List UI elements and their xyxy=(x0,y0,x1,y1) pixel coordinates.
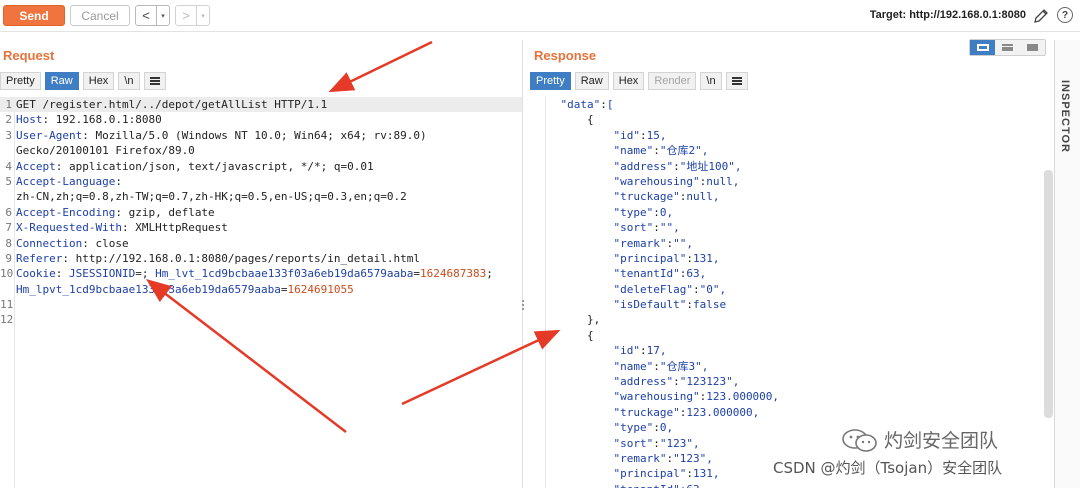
back-history-dropdown[interactable]: ▾ xyxy=(156,6,169,25)
tab-newline[interactable]: \n xyxy=(700,72,722,90)
watermark-csdn: CSDN @灼剑（Tsojan）安全团队 xyxy=(773,459,1003,477)
response-line: "warehousing":123.000000, xyxy=(613,390,780,404)
toolbar: Send Cancel < ▾ > ▾ Target: http://192.1… xyxy=(0,0,1080,32)
layout-toggle xyxy=(969,39,1046,56)
cancel-button[interactable]: Cancel xyxy=(70,5,130,26)
forward-button[interactable]: > xyxy=(176,6,196,25)
watermark-team-name: 灼剑安全团队 xyxy=(884,430,999,452)
resize-handle[interactable] xyxy=(521,300,525,312)
tab-render[interactable]: Render xyxy=(648,72,697,90)
request-line: zh-CN,zh;q=0.8,zh-TW;q=0.7,zh-HK;q=0.5,e… xyxy=(16,190,407,204)
tab-newline[interactable]: \n xyxy=(118,72,140,90)
pencil-icon[interactable] xyxy=(1032,7,1050,25)
request-title: Request xyxy=(3,48,55,63)
tab-pretty[interactable]: Pretty xyxy=(0,72,41,90)
response-line: "data":[ xyxy=(560,98,614,111)
request-line: 12 xyxy=(0,313,14,327)
layout-single-button[interactable] xyxy=(1020,40,1045,55)
response-menu-button[interactable] xyxy=(725,72,748,90)
tab-pretty[interactable]: Pretty xyxy=(530,72,571,90)
request-line: 4 Accept: application/json, text/javascri… xyxy=(5,159,374,173)
back-button[interactable]: < xyxy=(136,6,156,25)
request-line: Hm_lpvt_1cd9bcbaae133f03a6eb19da6579aaba… xyxy=(16,282,354,296)
columns-icon xyxy=(976,44,989,51)
single-pane-icon xyxy=(1027,44,1038,51)
response-line: { xyxy=(534,328,594,342)
response-line: "type":0, xyxy=(613,205,674,219)
tab-raw[interactable]: Raw xyxy=(44,72,79,90)
request-line: 7 X-Requested-With: XMLHttpRequest xyxy=(5,221,228,235)
forward-history-dropdown[interactable]: ▾ xyxy=(196,6,209,25)
rows-icon xyxy=(1002,44,1013,51)
request-line: 3 User-Agent: Mozilla/5.0 (Windows NT 10.… xyxy=(5,128,427,142)
tab-hex[interactable]: Hex xyxy=(82,72,115,90)
menu-icon xyxy=(149,77,160,85)
request-tabs: Pretty Raw Hex \n xyxy=(0,72,166,90)
response-scrollbar[interactable] xyxy=(1044,170,1053,418)
layout-side-by-side-button[interactable] xyxy=(970,40,995,55)
response-line: "deleteFlag":"0", xyxy=(613,282,727,296)
response-tabs: Pretty Raw Hex Render \n xyxy=(530,72,748,90)
tab-raw[interactable]: Raw xyxy=(574,72,609,90)
response-line: "name":"仓库3", xyxy=(613,359,709,373)
response-line: "isDefault":false xyxy=(613,298,727,312)
response-title: Response xyxy=(534,48,597,63)
request-line: 5 Accept-Language: xyxy=(5,174,122,188)
menu-icon xyxy=(731,77,742,85)
response-line: "warehousing":null, xyxy=(613,174,740,188)
forward-nav-group: > ▾ xyxy=(175,5,210,26)
send-button[interactable]: Send xyxy=(3,5,65,26)
response-line: { xyxy=(534,113,594,127)
response-line: "address":"地址100", xyxy=(613,159,742,173)
response-line: "truckage":123.000000, xyxy=(613,405,760,419)
response-line: "sort":"", xyxy=(613,221,680,235)
inspector-label[interactable]: INSPECTOR xyxy=(1059,80,1071,153)
request-line: Gecko/20100101 Firefox/89.0 xyxy=(16,144,195,158)
request-line: 9 Referer: http://192.168.0.1:8080/pages/… xyxy=(5,251,420,265)
layout-stacked-button[interactable] xyxy=(995,40,1020,55)
tab-hex[interactable]: Hex xyxy=(612,72,645,90)
request-line: 8 Connection: close xyxy=(5,236,129,250)
request-menu-button[interactable] xyxy=(143,72,166,90)
response-line: }, xyxy=(534,313,601,327)
response-line: "truckage":null, xyxy=(613,190,720,204)
response-line: "principal":131, xyxy=(613,251,720,265)
response-line: "tenantId":63 xyxy=(530,482,1045,488)
help-icon[interactable]: ? xyxy=(1057,7,1073,23)
response-line: "name":"仓库2", xyxy=(613,144,709,158)
response-line: "address":"123123", xyxy=(613,375,740,389)
request-line: 10 Cookie: JSESSIONID=; Hm_lvt_1cd9bcbaae… xyxy=(0,267,493,281)
request-line: 11 xyxy=(0,298,14,312)
wechat-icon xyxy=(842,429,877,452)
arrow-to-request-line xyxy=(328,40,433,93)
response-line: "id":17, xyxy=(613,344,667,358)
pane-divider[interactable] xyxy=(522,40,523,488)
response-line: "id":15, xyxy=(613,128,667,142)
request-line: 1 GET /register.html/../depot/getAllList … xyxy=(0,97,523,113)
response-line: "tenantId":63, xyxy=(613,267,707,281)
target-label: Target: http://192.168.0.1:8080 xyxy=(869,9,1026,21)
request-line: 6 Accept-Encoding: gzip, deflate xyxy=(5,205,215,219)
request-line: 2 Host: 192.168.0.1:8080 xyxy=(5,113,162,127)
response-line: "remark":"", xyxy=(613,236,693,250)
request-editor[interactable]: 1 GET /register.html/../depot/getAllList … xyxy=(0,97,523,488)
back-nav-group: < ▾ xyxy=(135,5,170,26)
